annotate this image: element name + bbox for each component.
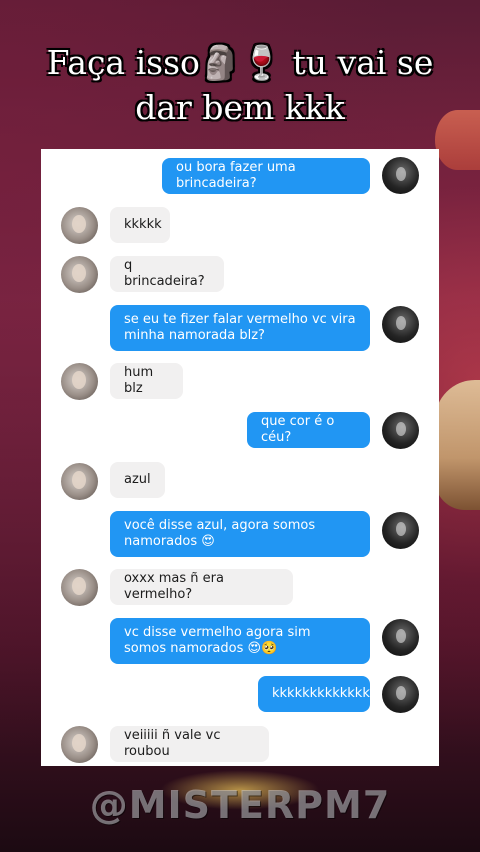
message-bubble-outgoing: que cor é o céu?: [247, 412, 370, 448]
avatar-photo: [396, 686, 406, 700]
caption-line-2: dar bem kkk: [135, 88, 345, 127]
avatar-photo: [72, 471, 86, 489]
message-bubble-incoming: kkkkk: [110, 207, 170, 243]
message-row: kkkkk: [41, 205, 439, 245]
avatar[interactable]: [382, 157, 419, 194]
message-row: kkkkkkkkkkkkk: [41, 675, 439, 715]
message-bubble-incoming: oxxx mas ñ era vermelho?: [110, 569, 293, 605]
message-row: você disse azul, agora somos namorados 😍: [41, 510, 439, 560]
avatar-photo: [396, 422, 406, 436]
avatar[interactable]: [382, 412, 419, 449]
avatar-photo: [72, 577, 86, 595]
message-row: ou bora fazer uma brincadeira?: [41, 156, 439, 196]
message-bubble-outgoing: você disse azul, agora somos namorados 😍: [110, 511, 370, 557]
message-bubble-incoming: q brincadeira?: [110, 256, 224, 292]
avatar-photo: [396, 522, 406, 536]
message-bubble-incoming: hum blz: [110, 363, 183, 399]
message-row: hum blz: [41, 362, 439, 402]
avatar-photo: [72, 734, 86, 752]
avatar-photo: [396, 316, 406, 330]
chat-screenshot: ou bora fazer uma brincadeira? kkkkk q b…: [41, 149, 439, 766]
avatar[interactable]: [382, 306, 419, 343]
avatar[interactable]: [382, 676, 419, 713]
avatar-photo: [396, 629, 406, 643]
message-row: vc disse vermelho agora sim somos namora…: [41, 617, 439, 667]
message-bubble-outgoing: vc disse vermelho agora sim somos namora…: [110, 618, 370, 664]
caption-line-1: Faça isso🗿🍷 tu vai se: [46, 43, 434, 82]
message-bubble-incoming: veiiiii ñ vale vc roubou: [110, 726, 269, 762]
avatar-photo: [72, 264, 86, 282]
message-row: azul: [41, 461, 439, 501]
message-row: q brincadeira?: [41, 255, 439, 295]
avatar[interactable]: [382, 512, 419, 549]
message-row: oxxx mas ñ era vermelho?: [41, 568, 439, 608]
avatar[interactable]: [61, 726, 98, 763]
avatar[interactable]: [61, 363, 98, 400]
avatar[interactable]: [61, 256, 98, 293]
message-bubble-outgoing: kkkkkkkkkkkkk: [258, 676, 370, 712]
avatar[interactable]: [382, 619, 419, 656]
video-caption: Faça isso🗿🍷 tu vai se dar bem kkk: [0, 40, 480, 130]
avatar-photo: [72, 215, 86, 233]
message-bubble-outgoing: ou bora fazer uma brincadeira?: [162, 158, 370, 194]
message-bubble-incoming: azul: [110, 462, 165, 498]
message-row: se eu te fizer falar vermelho vc vira mi…: [41, 304, 439, 354]
watermark: @MISTERPM7: [89, 783, 391, 827]
avatar[interactable]: [61, 207, 98, 244]
message-row: veiiiii ñ vale vc roubou: [41, 725, 439, 765]
avatar-photo: [72, 371, 86, 389]
message-bubble-outgoing: se eu te fizer falar vermelho vc vira mi…: [110, 305, 370, 351]
message-row: que cor é o céu?: [41, 411, 439, 451]
avatar[interactable]: [61, 569, 98, 606]
avatar-photo: [396, 167, 406, 181]
avatar[interactable]: [61, 463, 98, 500]
background-figure: [435, 380, 480, 510]
